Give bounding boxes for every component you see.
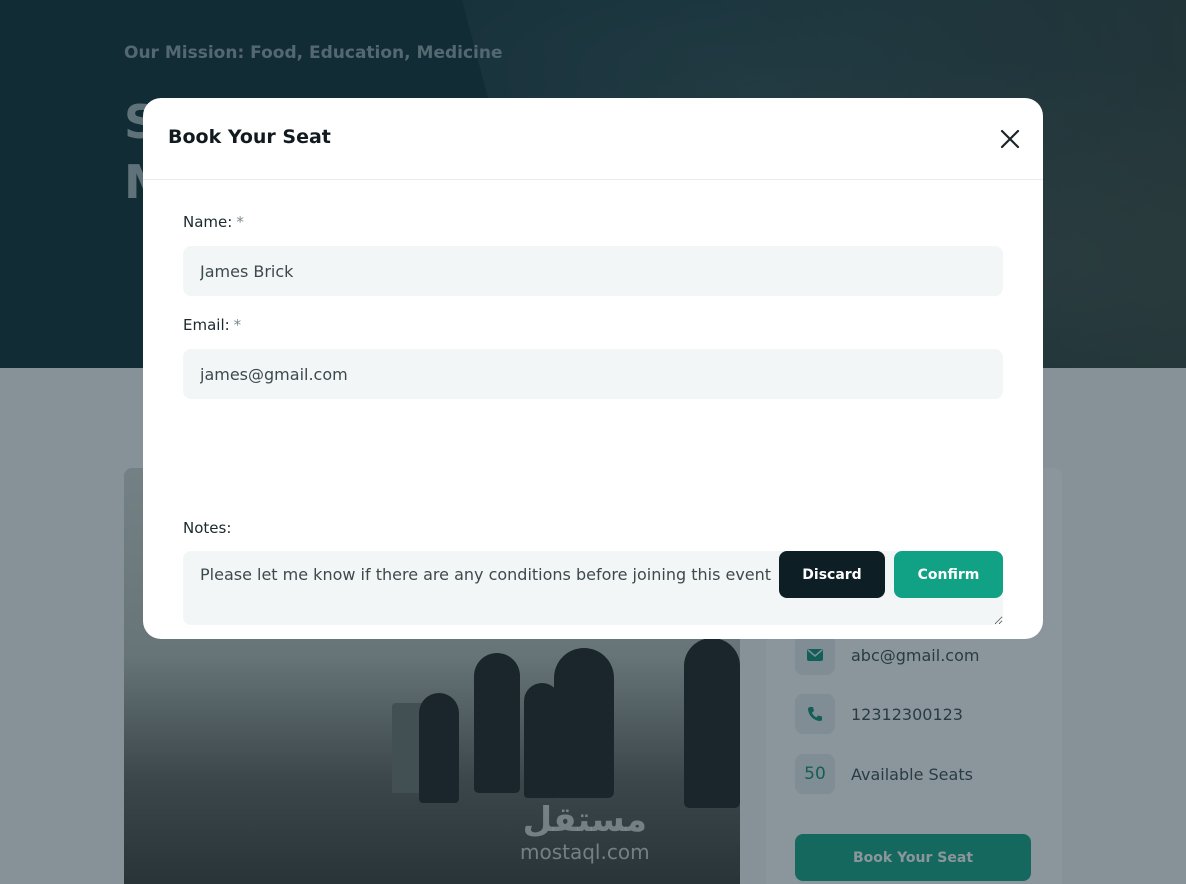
required-mark: * [236,213,244,231]
confirm-button[interactable]: Confirm [894,551,1003,598]
modal-title: Book Your Seat [168,126,331,148]
book-seat-modal: Book Your Seat Name:* Email:* Notes: Ple… [143,98,1043,639]
close-button[interactable] [995,124,1025,154]
email-field[interactable] [183,349,1003,399]
notes-label: Notes: [183,519,232,537]
discard-button[interactable]: Discard [779,551,885,598]
name-label: Name: * [183,213,244,231]
name-label-text: Name: [183,213,233,231]
required-mark: * [233,316,242,334]
name-field[interactable] [183,246,1003,296]
email-label-text: Email: [183,316,230,334]
modal-header: Book Your Seat [143,98,1043,180]
email-label: Email: * [183,316,241,334]
close-icon [1000,129,1020,149]
